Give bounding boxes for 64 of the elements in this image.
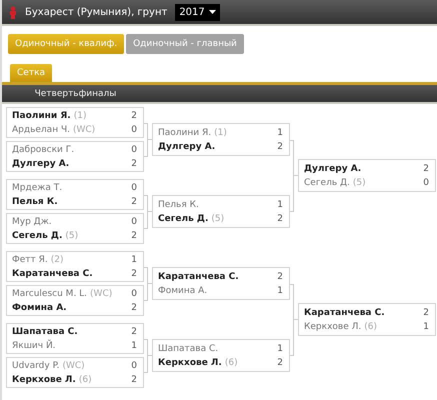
player-name: Сегель Д. (5)	[158, 214, 224, 224]
score: 2	[131, 230, 137, 240]
view-tab[interactable]: Сетка	[10, 64, 52, 82]
player-name: Паолини Я. (1)	[12, 110, 86, 120]
player-name: Дабровски Г.	[12, 144, 74, 154]
score: 2	[131, 110, 137, 120]
score: 1	[131, 340, 137, 350]
score: 0	[131, 124, 137, 134]
player-name: Фомина А.	[158, 286, 208, 296]
player-name: Дулгеру А.	[12, 158, 70, 168]
score: 0	[131, 360, 137, 370]
score: 1	[277, 128, 283, 138]
draw-tab[interactable]: Одиночный - главный	[126, 34, 244, 54]
score: 1	[277, 200, 283, 210]
score: 2	[277, 142, 283, 152]
score: 2	[131, 196, 137, 206]
score: 0	[131, 216, 137, 226]
score: 0	[131, 144, 137, 154]
player-name: Мур Дж.	[12, 216, 52, 226]
score: 1	[423, 322, 429, 332]
player-name: Сегель Д. (5)	[304, 178, 366, 188]
player-name: Фетт Я. (2)	[12, 254, 64, 264]
player-name: Керкхове Л. (6)	[12, 374, 92, 384]
score: 2	[423, 164, 429, 174]
player-name: Керкхове Л. (6)	[304, 322, 377, 332]
player-name: Пелья К.	[158, 200, 199, 210]
player-name: Дулгеру А.	[158, 142, 216, 152]
score: 1	[131, 254, 137, 264]
score: 2	[423, 308, 429, 318]
tournament-title: Бухарест (Румыния), грунт	[25, 6, 168, 18]
draw-tab[interactable]: Одиночный - квалиф.	[8, 34, 124, 54]
player-name: Udvardy P. (WC)	[12, 360, 85, 370]
player-name: Шапатава С.	[158, 344, 218, 354]
score: 0	[131, 182, 137, 192]
player-name: Каратанчева С.	[304, 308, 385, 318]
player-name: Мрдежа Т.	[12, 182, 62, 192]
score: 2	[131, 374, 137, 384]
player-name: Каратанчева С.	[12, 268, 93, 278]
player-name: Пелья К.	[12, 196, 58, 206]
score: 2	[131, 302, 137, 312]
player-name: Шапатава С.	[12, 326, 78, 336]
player-name: Дулгеру А.	[304, 164, 362, 174]
score: 2	[131, 268, 137, 278]
player-name: Якшич Й.	[12, 340, 56, 350]
year-dropdown[interactable]: 2017	[175, 4, 220, 20]
score: 2	[131, 158, 137, 168]
player-name: Керкхове Л. (6)	[158, 358, 238, 368]
person-icon	[9, 6, 17, 18]
score: 0	[423, 178, 429, 188]
player-name: Сегель Д. (5)	[12, 230, 78, 240]
score: 0	[131, 288, 137, 298]
score: 1	[277, 286, 283, 296]
caret-icon	[208, 10, 216, 14]
score: 2	[131, 326, 137, 336]
score: 2	[277, 358, 283, 368]
score: 2	[277, 272, 283, 282]
score: 1	[277, 344, 283, 354]
round-title: Четвертьфиналы	[34, 88, 116, 98]
player-name: Каратанчева С.	[158, 272, 239, 282]
score: 2	[277, 214, 283, 224]
player-name: Marculescu M. L. (WC)	[12, 288, 112, 298]
player-name: Паолини Я. (1)	[158, 128, 227, 138]
player-name: Фомина А.	[12, 302, 67, 312]
player-name: Ардьелан Ч. (WC)	[12, 124, 96, 134]
